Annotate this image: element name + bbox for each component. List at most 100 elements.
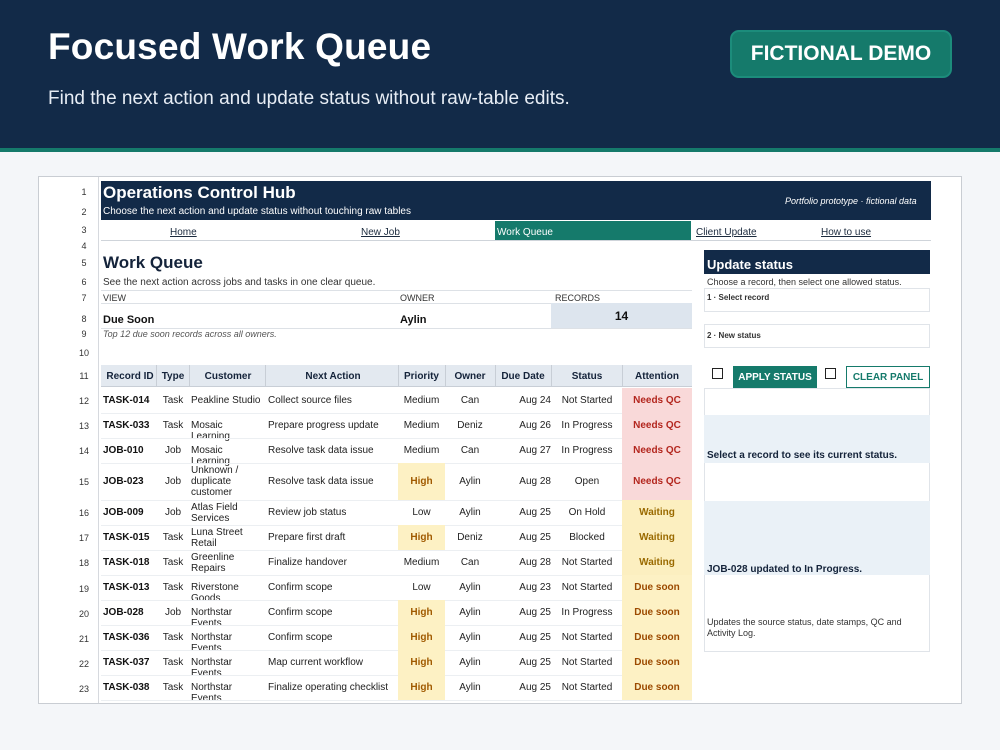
row-number: 3 [81, 225, 87, 235]
table-cell: Waiting [639, 507, 675, 518]
table-row [101, 413, 692, 414]
spreadsheet-view: 1 2 3 4 5 6 7 8 9 10 11 12 13 14 15 16 17 18 19 20 21 22 23 Op… [38, 176, 962, 704]
table-cell: Not Started [561, 557, 613, 568]
column-separator [156, 365, 157, 387]
panel-footnote: Updates the source status, date stamps, … [707, 617, 902, 638]
page-title: Focused Work Queue [48, 26, 432, 67]
table-cell[interactable]: TASK-037 [103, 657, 157, 668]
page-subtitle: Find the next action and update status w… [48, 88, 570, 109]
table-cell: High [410, 476, 433, 487]
table-cell[interactable]: JOB-009 [103, 507, 157, 518]
table-cell: Not Started [561, 582, 613, 593]
column-header[interactable]: Next Action [268, 371, 398, 382]
update-result-message: JOB-028 updated to In Progress. [707, 564, 863, 575]
column-header[interactable]: Owner [445, 371, 495, 382]
row-number: 7 [81, 293, 87, 303]
table-cell: High [410, 657, 433, 668]
column-header[interactable]: Attention [622, 371, 692, 382]
table-row [101, 575, 692, 576]
work-queue-subtitle: See the next action across jobs and task… [103, 277, 376, 288]
row-number: 1 [81, 187, 87, 197]
apply-status-button[interactable]: APPLY STATUS [733, 366, 817, 388]
table-cell: Job [164, 607, 182, 618]
table-cell: Aylin [459, 476, 481, 487]
table-cell: Job [164, 445, 182, 456]
column-header[interactable]: Status [551, 371, 623, 382]
row-number: 12 [78, 396, 89, 406]
table-cell: Atlas Field Services [191, 502, 238, 524]
row-number-column: 1 2 3 4 5 6 7 8 9 10 11 12 13 14 15 16 17 18 19 20 21 22 23 [69, 177, 99, 703]
step2-label: 2 · New status [707, 331, 761, 340]
column-header[interactable]: Type [157, 371, 189, 382]
table-cell[interactable]: TASK-018 [103, 557, 157, 568]
table-cell: Aylin [459, 507, 481, 518]
column-header[interactable]: Customer [191, 371, 265, 382]
table-cell: Medium [403, 557, 440, 568]
column-separator [551, 365, 552, 387]
nav-home-link[interactable]: Home [170, 227, 197, 238]
column-separator [445, 365, 446, 387]
table-cell: Task [162, 582, 184, 593]
table-cell: Due soon [634, 632, 680, 643]
table-cell: Low [412, 507, 431, 518]
table-cell: Aug 25 [519, 507, 551, 518]
table-cell: Aylin [459, 632, 481, 643]
table-cell: Confirm scope [268, 632, 333, 643]
row-number: 11 [79, 371, 89, 381]
table-cell[interactable]: JOB-010 [103, 445, 157, 456]
table-cell: Due soon [634, 582, 680, 593]
column-header[interactable]: Record ID [103, 371, 157, 382]
table-cell[interactable]: TASK-036 [103, 632, 157, 643]
table-cell[interactable]: TASK-038 [103, 682, 157, 693]
table-cell: Aug 28 [519, 557, 551, 568]
table-cell: Aug 25 [519, 632, 551, 643]
table-cell: Needs QC [633, 420, 681, 431]
row-number: 8 [81, 314, 87, 324]
table-cell: High [410, 682, 433, 693]
table-row [101, 600, 692, 601]
table-cell: Review job status [268, 507, 347, 518]
row-number: 18 [78, 558, 89, 568]
column-separator [495, 365, 496, 387]
nav-new-job-link[interactable]: New Job [361, 227, 400, 238]
table-cell: Aug 23 [519, 582, 551, 593]
table-cell: Aug 25 [519, 532, 551, 543]
table-row [101, 650, 692, 651]
column-header[interactable]: Due Date [495, 371, 551, 382]
row-number: 2 [81, 207, 87, 217]
column-separator [189, 365, 190, 387]
view-select[interactable]: Due Soon [103, 314, 154, 326]
row-number: 13 [78, 421, 89, 431]
table-cell: Map current workflow [268, 657, 364, 668]
table-cell: Task [162, 557, 184, 568]
table-cell[interactable]: TASK-015 [103, 532, 157, 543]
owner-select[interactable]: Aylin [400, 314, 427, 326]
table-cell: Unknown / duplicate customer [191, 465, 239, 498]
apply-checkbox[interactable] [712, 368, 723, 379]
clear-panel-button[interactable]: CLEAR PANEL [846, 366, 930, 388]
table-row [101, 700, 692, 701]
table-cell[interactable]: JOB-028 [103, 607, 157, 618]
table-cell[interactable]: TASK-033 [103, 420, 157, 431]
table-cell: Aylin [459, 657, 481, 668]
column-header[interactable]: Priority [398, 371, 445, 382]
table-cell: Can [460, 445, 480, 456]
table-cell: Aug 24 [519, 395, 551, 406]
table-cell: In Progress [561, 445, 613, 456]
table-cell: Not Started [561, 395, 613, 406]
table-cell[interactable]: TASK-014 [103, 395, 157, 406]
table-cell: Not Started [561, 682, 613, 693]
table-cell[interactable]: TASK-013 [103, 582, 157, 593]
nav-how-to-use-link[interactable]: How to use [821, 227, 871, 238]
table-cell[interactable]: JOB-023 [103, 476, 157, 487]
nav-divider [101, 240, 931, 241]
table-row [101, 500, 692, 501]
nav-client-update-link[interactable]: Client Update [696, 227, 757, 238]
table-cell: Aug 28 [519, 476, 551, 487]
clear-checkbox[interactable] [825, 368, 836, 379]
nav-work-queue-tab[interactable]: Work Queue [495, 221, 691, 241]
table-cell: Aug 26 [519, 420, 551, 431]
table-cell: Prepare first draft [268, 532, 346, 543]
table-cell: Low [412, 582, 431, 593]
table-cell: Finalize operating checklist [268, 682, 389, 693]
